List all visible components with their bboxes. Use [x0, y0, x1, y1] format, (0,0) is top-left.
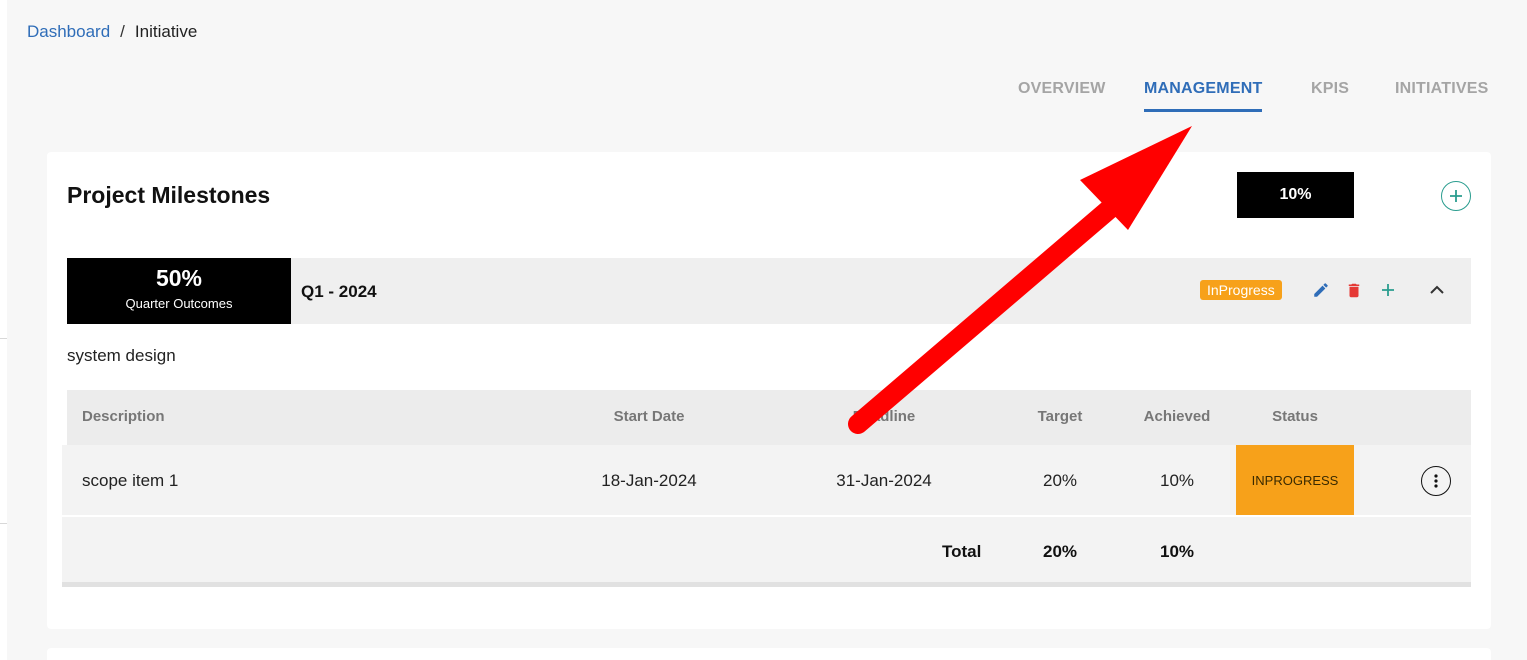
tab-overview[interactable]: OVERVIEW — [1018, 78, 1106, 112]
edit-quarter-button[interactable] — [1310, 278, 1332, 302]
cell-achieved: 10% — [1159, 471, 1195, 490]
quarter-description: system design — [67, 346, 176, 365]
tab-initiatives[interactable]: INITIATIVES — [1395, 78, 1488, 112]
quarter-status-badge: InProgress — [1200, 280, 1282, 300]
header-description: Description — [82, 408, 165, 425]
header-deadline: Deadline — [852, 408, 916, 425]
quarter-percent-label: Quarter Outcomes — [125, 296, 233, 311]
cell-status-badge: INPROGRESS — [1236, 445, 1354, 515]
header-achieved: Achieved — [1143, 408, 1211, 425]
quarter-outcomes-badge: 50% Quarter Outcomes — [67, 258, 291, 324]
quarter-name: Q1 - 2024 — [301, 282, 377, 301]
plus-icon — [1382, 284, 1394, 296]
tab-kpis[interactable]: KPIS — [1311, 78, 1349, 112]
breadcrumb-dashboard-link[interactable]: Dashboard — [27, 22, 110, 42]
next-card — [47, 648, 1491, 660]
delete-icon — [1348, 283, 1360, 297]
edit-icon — [1314, 283, 1328, 297]
divider — [0, 338, 7, 339]
table-header: Description Start Date Deadline Target A… — [67, 390, 1471, 445]
breadcrumb-separator: / — [120, 22, 125, 41]
project-milestones-card: Project Milestones 10% 50% Quarter Outco… — [47, 152, 1491, 629]
tab-bar: OVERVIEW MANAGEMENT KPIS INITIATIVES — [0, 78, 1527, 114]
total-achieved: 10% — [1159, 542, 1195, 561]
delete-quarter-button[interactable] — [1343, 278, 1365, 302]
header-target: Target — [1037, 408, 1083, 425]
overall-progress-badge: 10% — [1237, 172, 1354, 218]
total-target: 20% — [1042, 542, 1078, 561]
table-row: scope item 1 18-Jan-2024 31-Jan-2024 20%… — [62, 445, 1471, 515]
cell-description: scope item 1 — [82, 471, 179, 490]
divider — [0, 523, 7, 524]
plus-circle-icon — [1450, 190, 1462, 202]
chevron-up-icon — [1430, 285, 1444, 294]
add-milestone-button[interactable] — [1441, 181, 1471, 211]
cell-start-date: 18-Jan-2024 — [601, 471, 697, 490]
header-status: Status — [1272, 408, 1318, 425]
more-vertical-icon — [1434, 474, 1438, 488]
breadcrumb: Dashboard / Initiative — [27, 22, 197, 42]
row-actions-button[interactable] — [1421, 466, 1451, 496]
breadcrumb-current: Initiative — [134, 22, 198, 41]
card-title: Project Milestones — [67, 182, 271, 208]
add-scope-item-button[interactable] — [1377, 278, 1399, 302]
total-label: Total — [942, 542, 982, 561]
header-start-date: Start Date — [613, 408, 685, 425]
cell-target: 20% — [1042, 471, 1078, 490]
collapse-quarter-button[interactable] — [1426, 278, 1448, 302]
table-total-row: Total 20% 10% — [62, 517, 1471, 587]
quarter-percent: 50% — [155, 265, 203, 291]
quarter-header[interactable]: 50% Quarter Outcomes Q1 - 2024 InProgres… — [67, 258, 1471, 324]
tab-management[interactable]: MANAGEMENT — [1144, 78, 1263, 112]
cell-deadline: 31-Jan-2024 — [836, 471, 932, 490]
